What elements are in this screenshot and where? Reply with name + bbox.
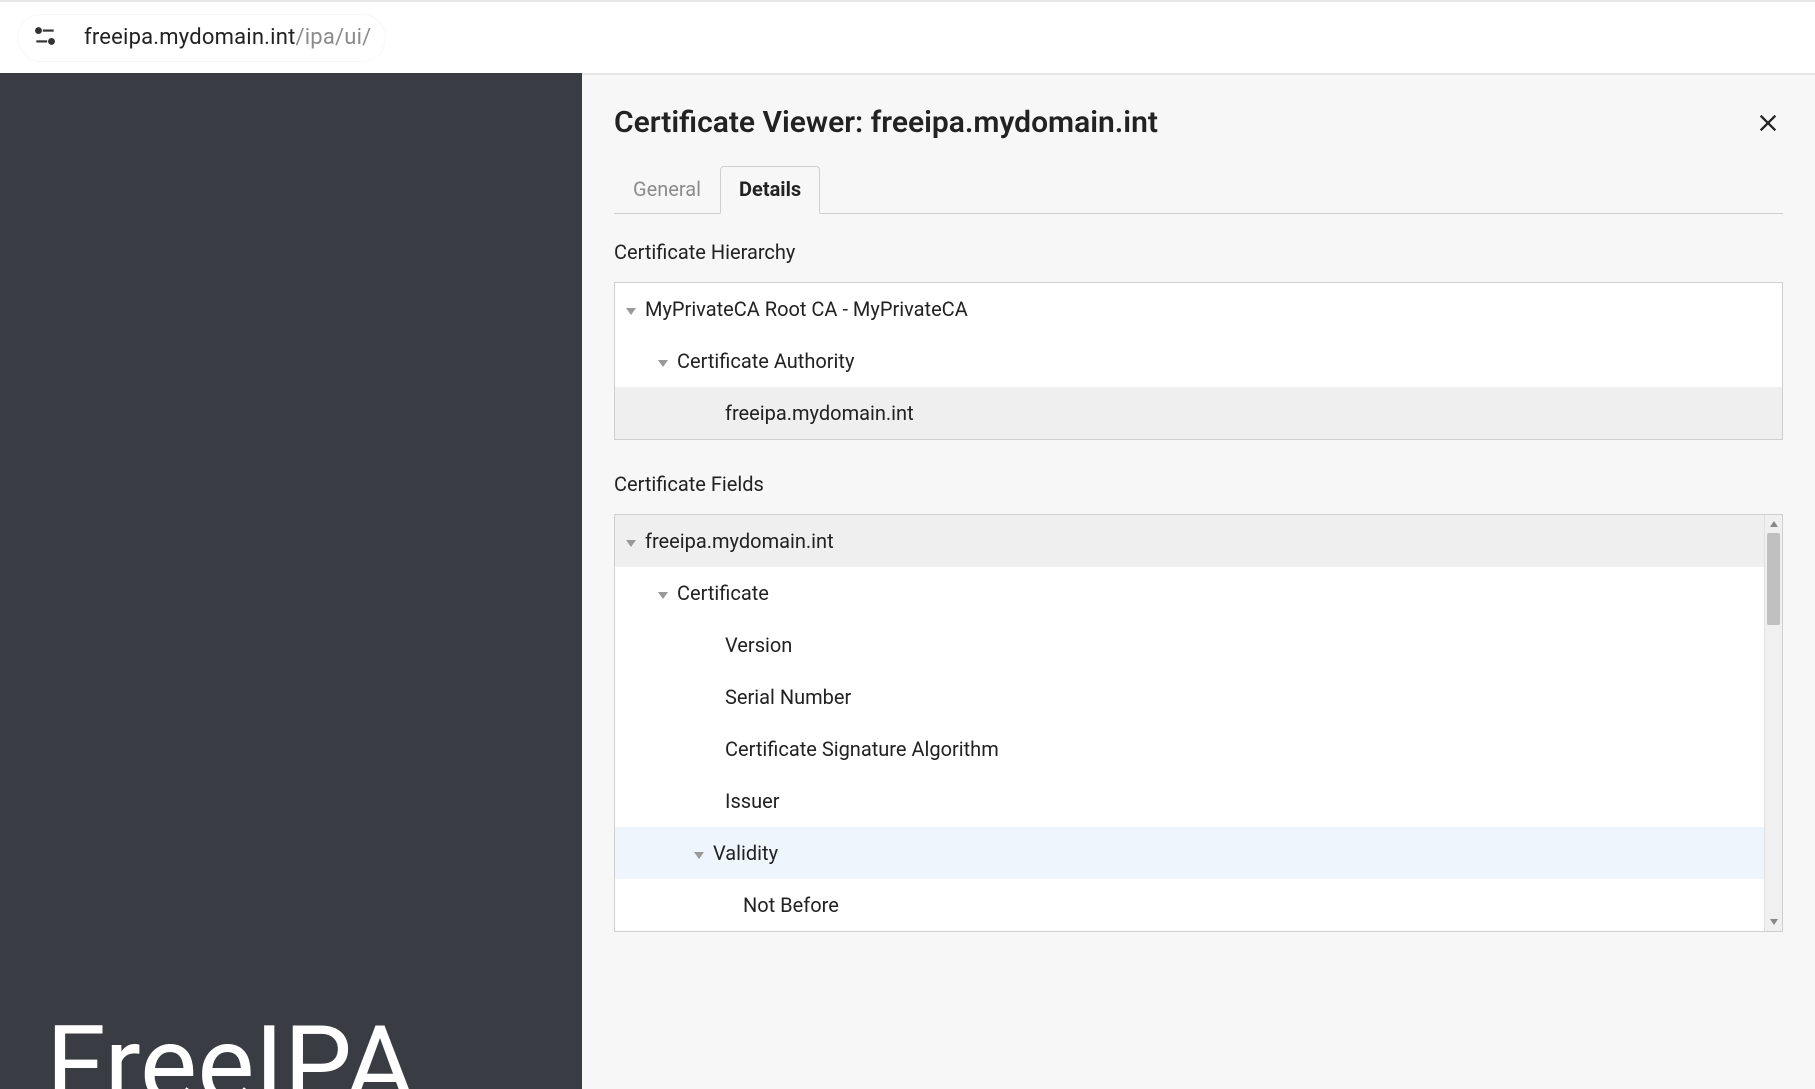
hierarchy-section-title: Certificate Hierarchy [614,240,1783,264]
field-item-label: Not Before [743,893,839,917]
scroll-up-button[interactable] [1765,515,1782,533]
field-item-not-before[interactable]: Not Before [615,879,1764,931]
field-item-version[interactable]: Version [615,619,1764,671]
field-item-issuer[interactable]: Issuer [615,775,1764,827]
cert-title-prefix: Certificate Viewer: [614,105,871,140]
field-item-label: Validity [713,841,778,865]
hierarchy-tree: MyPrivateCA Root CA - MyPrivateCA Certif… [614,282,1783,440]
field-item-certificate[interactable]: Certificate [615,567,1764,619]
field-item-host[interactable]: freeipa.mydomain.int [615,515,1764,567]
hierarchy-item-root-ca[interactable]: MyPrivateCA Root CA - MyPrivateCA [615,283,1782,335]
hierarchy-item-label: MyPrivateCA Root CA - MyPrivateCA [645,297,968,321]
certificate-viewer-panel: Certificate Viewer: freeipa.mydomain.int… [582,73,1815,1089]
scroll-track[interactable] [1765,533,1782,913]
cert-viewer-header: Certificate Viewer: freeipa.mydomain.int [614,105,1783,140]
cert-viewer-title: Certificate Viewer: freeipa.mydomain.int [614,105,1158,140]
caret-down-icon [693,841,705,865]
freeipa-logo: FreeIPA [46,1003,415,1089]
field-item-label: Issuer [725,789,780,813]
site-info-icon[interactable] [32,23,58,53]
url-domain: freeipa.mydomain.int [84,25,295,50]
caret-down-icon [657,349,669,373]
caret-down-icon [625,529,637,553]
field-item-label: Certificate [677,581,769,605]
field-item-label: freeipa.mydomain.int [645,529,834,553]
cert-title-host: freeipa.mydomain.int [871,105,1158,140]
url-path: /ipa/ui/ [295,25,371,50]
close-icon [1757,112,1779,134]
scroll-down-button[interactable] [1765,913,1782,931]
tab-details[interactable]: Details [720,166,820,214]
field-item-label: Version [725,633,792,657]
content-area: FreeIPA Certificate Viewer: freeipa.mydo… [0,73,1815,1089]
field-item-label: Certificate Signature Algorithm [725,737,999,761]
url-container[interactable]: freeipa.mydomain.int/ipa/ui/ [18,15,385,61]
hierarchy-item-leaf[interactable]: freeipa.mydomain.int [615,387,1782,439]
caret-down-icon [625,297,637,321]
field-item-serial-number[interactable]: Serial Number [615,671,1764,723]
chevron-up-icon [1769,520,1779,528]
background-panel: FreeIPA [0,73,582,1089]
field-item-label: Serial Number [725,685,851,709]
cert-tabs: General Details [614,166,1783,214]
scroll-thumb[interactable] [1767,533,1780,625]
url-text[interactable]: freeipa.mydomain.int/ipa/ui/ [84,25,371,50]
field-item-signature-algorithm[interactable]: Certificate Signature Algorithm [615,723,1764,775]
fields-tree: freeipa.mydomain.int Certificate Version… [614,514,1783,932]
hierarchy-item-label: freeipa.mydomain.int [725,401,914,425]
hierarchy-item-label: Certificate Authority [677,349,854,373]
chevron-down-icon [1769,918,1779,926]
close-button[interactable] [1753,108,1783,138]
fields-section-title: Certificate Fields [614,472,1783,496]
browser-address-bar: freeipa.mydomain.int/ipa/ui/ [0,0,1815,73]
fields-scrollbar[interactable] [1764,515,1782,931]
field-item-validity[interactable]: Validity [615,827,1764,879]
tab-general[interactable]: General [614,166,720,213]
caret-down-icon [657,581,669,605]
hierarchy-item-ca[interactable]: Certificate Authority [615,335,1782,387]
